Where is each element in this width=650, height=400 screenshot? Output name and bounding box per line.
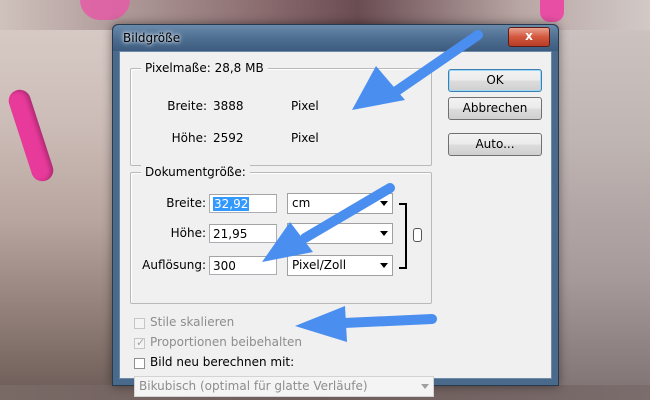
arrow-to-resample (295, 306, 437, 342)
arrow-to-pixel-group (352, 30, 483, 110)
annotation-arrows (262, 30, 483, 342)
arrow-to-resolution (262, 183, 395, 262)
